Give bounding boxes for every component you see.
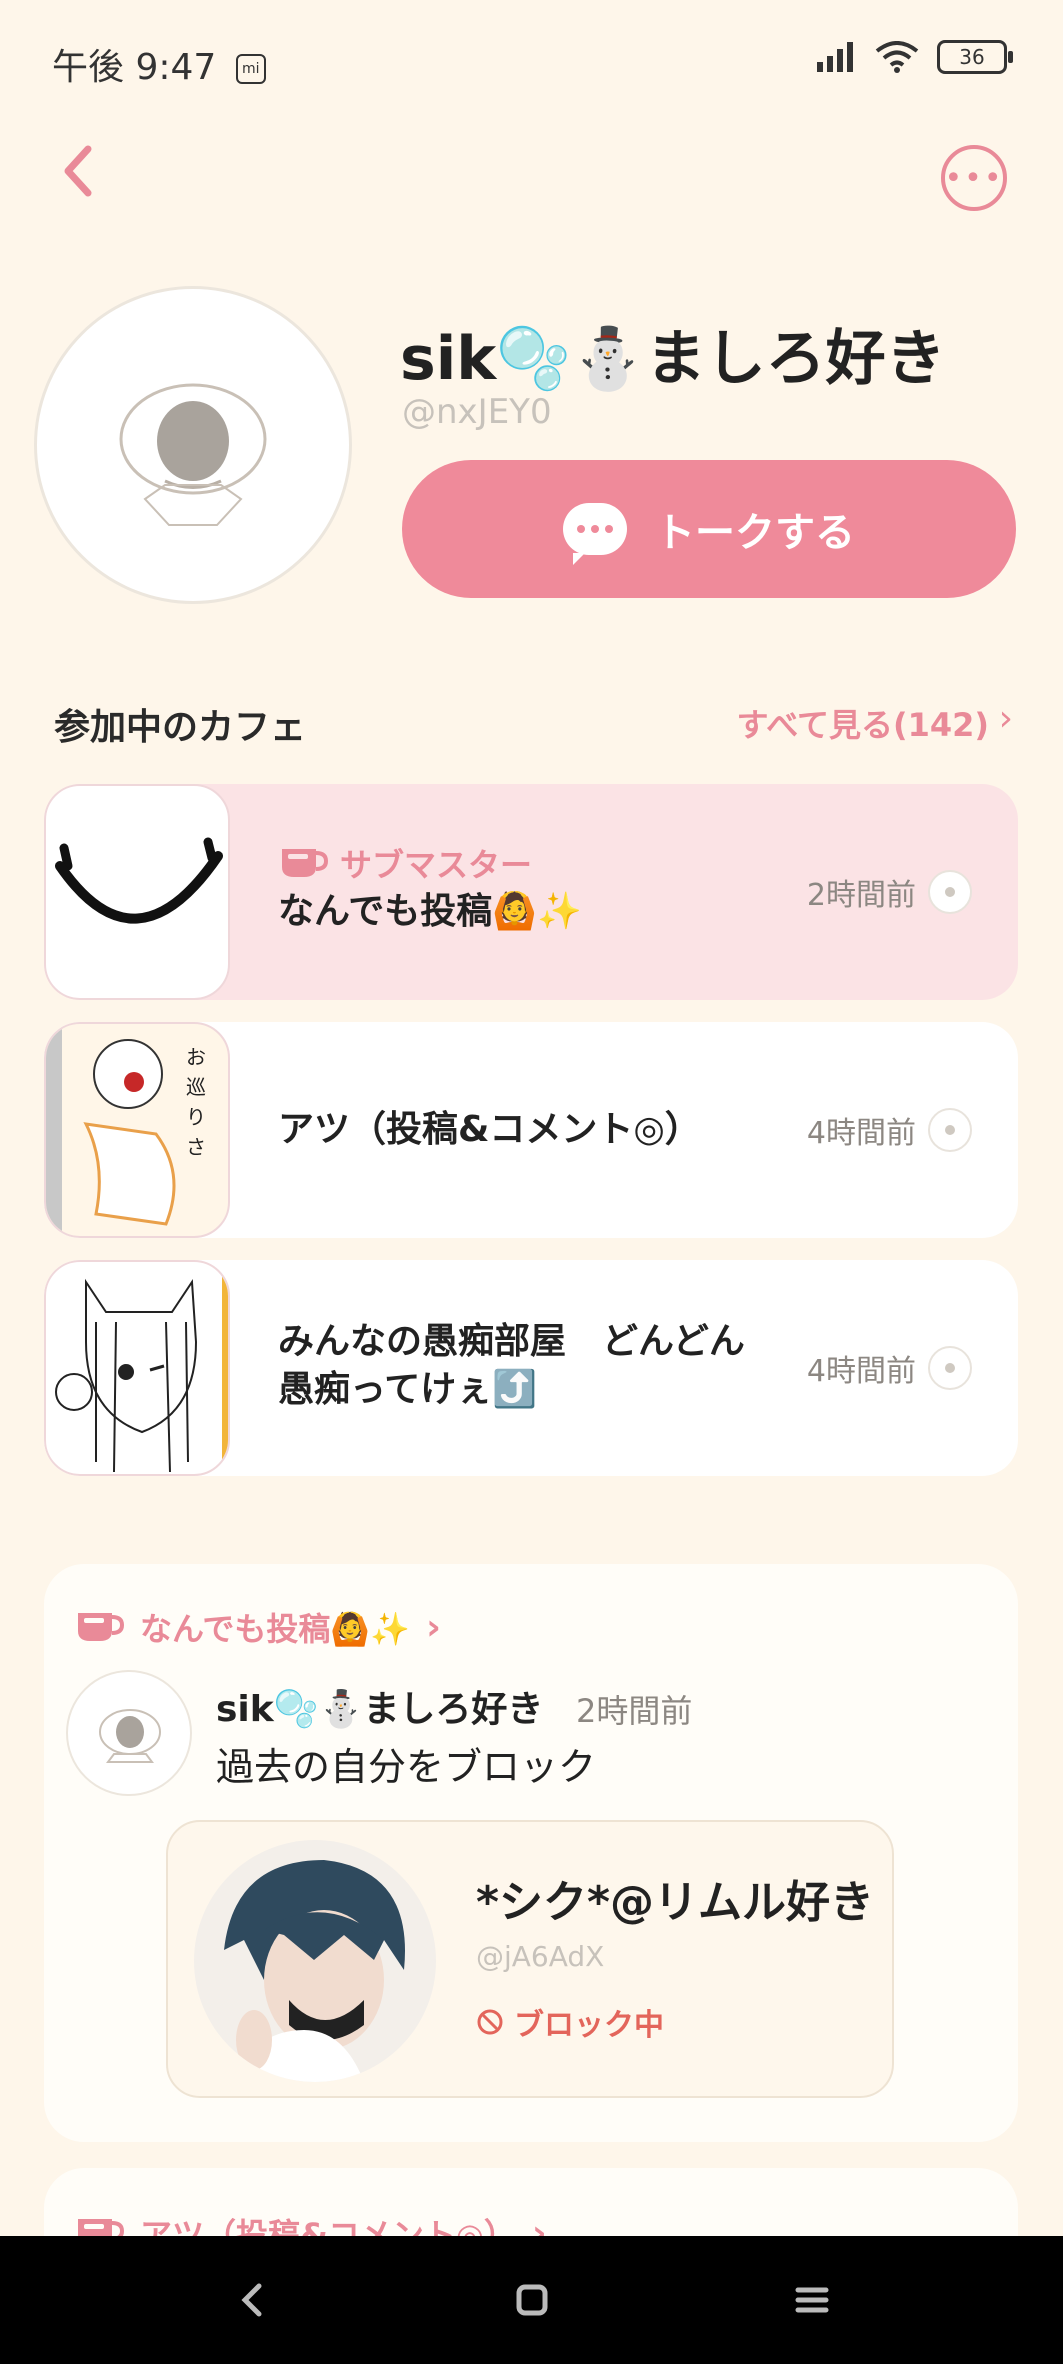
embedded-user-name: *シク*@リムル好き (476, 1877, 875, 1928)
back-button[interactable] (58, 140, 118, 220)
post-author-avatar[interactable] (66, 1670, 192, 1796)
cafe-time: 4時間前 (806, 1116, 916, 1151)
status-icons: 36 (817, 40, 1013, 74)
svg-text:巡: 巡 (186, 1075, 206, 1099)
profile-avatar[interactable] (34, 286, 352, 604)
embedded-user-avatar (194, 1840, 436, 2082)
talk-button[interactable]: トークする (402, 460, 1016, 598)
cup-icon (78, 1613, 124, 1641)
svg-text:り: り (186, 1105, 206, 1129)
battery-icon: 36 (937, 40, 1013, 74)
mi-icon: mi (235, 54, 266, 84)
chevron-left-icon (64, 145, 92, 197)
nav-back-icon (240, 2283, 261, 2317)
blocked-status: ブロック中 (476, 2000, 664, 2044)
cafe-card[interactable]: サブマスター なんでも投稿🙆✨ 2時間前 (44, 784, 1018, 1000)
cafe-thumbnail (44, 784, 230, 1000)
wifi-icon (875, 41, 919, 73)
more-button[interactable]: ••• (941, 145, 1007, 211)
cup-icon (282, 849, 328, 877)
more-horizontal-icon: ••• (944, 160, 1004, 196)
status-time: 午後 9:47 mi (52, 38, 266, 90)
embedded-user-card[interactable]: *シク*@リムル好き @jA6AdX ブロック中 (166, 1820, 894, 2098)
see-all-link[interactable]: すべて見る(142) (736, 700, 989, 746)
cafe-role: サブマスター (278, 840, 532, 886)
nav-back-button[interactable] (222, 2270, 282, 2330)
signal-icon (817, 42, 853, 72)
svg-text:お: お (186, 1045, 206, 1069)
embedded-user-handle: @jA6AdX (476, 1940, 605, 1973)
nav-menu-icon (795, 2287, 828, 2313)
svg-text:さ: さ (186, 1135, 206, 1159)
chevron-right-icon: › (426, 1606, 441, 1648)
cafe-name: なんでも投稿🙆✨ (278, 891, 582, 932)
post-cafe-link[interactable]: なんでも投稿🙆✨ › (74, 1604, 441, 1650)
unread-dot-icon (928, 870, 972, 914)
nav-recents-button[interactable] (782, 2270, 842, 2330)
avatar-image (119, 383, 267, 526)
nav-home-button[interactable] (502, 2270, 562, 2330)
post-time: 2時間前 (576, 1692, 693, 1730)
profile-handle: @nxJEY0 (402, 392, 552, 432)
cafe-thumbnail: お 巡 り さ (44, 1022, 230, 1238)
cafe-card[interactable]: みんなの愚痴部屋 どんどん愚痴ってけぇ⤴️ 4時間前 (44, 1260, 1018, 1476)
cafe-time: 2時間前 (806, 878, 916, 913)
post-card[interactable]: なんでも投稿🙆✨ › sik🫧⛄ましろ好き 2時間前 過去の自分をブロック *シ… (44, 1564, 1018, 2142)
unread-dot-icon (928, 1108, 972, 1152)
cafe-name: みんなの愚痴部屋 どんどん愚痴ってけぇ⤴️ (278, 1321, 745, 1410)
nav-home-icon (516, 2284, 547, 2316)
block-icon (477, 2009, 503, 2035)
cafe-thumbnail (44, 1260, 230, 1476)
unread-dot-icon (928, 1346, 972, 1390)
cafes-section-title: 参加中のカフェ (54, 707, 307, 748)
chat-bubble-icon (563, 503, 627, 565)
cafe-time: 4時間前 (806, 1354, 916, 1389)
post-text: 過去の自分をブロック (216, 1745, 597, 1789)
cafe-name: アツ（投稿&コメント◎） (278, 1109, 701, 1150)
talk-button-label: トークする (655, 510, 855, 556)
cafe-card[interactable]: お 巡 り さ アツ（投稿&コメント◎） 4時間前 (44, 1022, 1018, 1238)
chevron-right-icon[interactable]: › (999, 698, 1013, 739)
system-nav-bar (0, 2236, 1063, 2364)
profile-name: sik🫧⛄ましろ好き (400, 324, 946, 394)
post-author-name[interactable]: sik🫧⛄ましろ好き (216, 1680, 543, 1732)
